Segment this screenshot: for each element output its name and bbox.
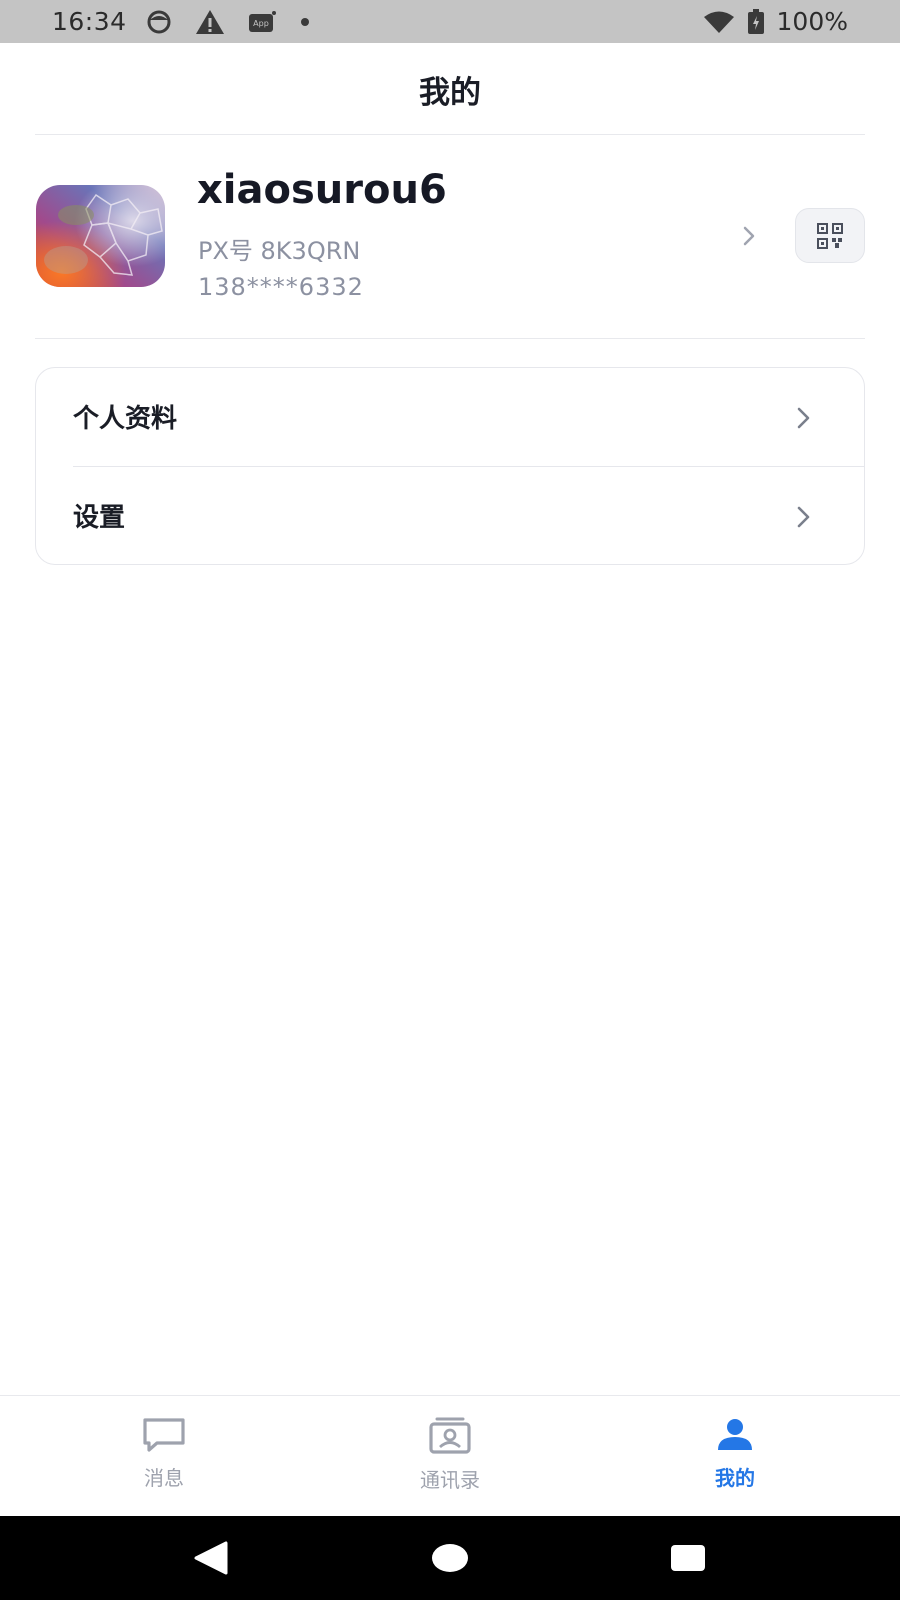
profile-divider xyxy=(35,338,865,339)
bottom-tab-bar: 消息 通讯录 我的 xyxy=(0,1395,900,1516)
home-icon xyxy=(432,1544,468,1572)
back-button[interactable] xyxy=(150,1516,270,1600)
dot-icon xyxy=(300,17,309,26)
phone-number: 138****6332 xyxy=(198,273,364,301)
chevron-right-icon xyxy=(797,407,810,429)
avatar[interactable] xyxy=(36,185,165,287)
battery-icon xyxy=(747,8,764,34)
username: xiaosurou6 xyxy=(197,167,447,213)
chevron-right-icon xyxy=(797,506,810,528)
tab-label: 消息 xyxy=(144,1466,184,1490)
page-header: 我的 xyxy=(0,43,900,135)
back-icon xyxy=(194,1541,228,1575)
recents-icon xyxy=(671,1545,705,1571)
qr-code-button[interactable] xyxy=(795,208,865,263)
contacts-icon xyxy=(429,1417,471,1454)
tab-messages[interactable]: 消息 xyxy=(14,1396,314,1517)
home-button[interactable] xyxy=(390,1516,510,1600)
recents-button[interactable] xyxy=(628,1516,748,1600)
battery-percent: 100% xyxy=(776,7,848,36)
avatar-image xyxy=(36,185,165,287)
svg-text:App: App xyxy=(253,19,269,28)
status-bar: 16:34 App 100% xyxy=(0,0,900,43)
face-icon xyxy=(147,10,171,33)
menu-item-label: 个人资料 xyxy=(73,404,178,434)
tab-me[interactable]: 我的 xyxy=(585,1396,885,1517)
tab-label: 通讯录 xyxy=(420,1468,480,1492)
message-icon xyxy=(143,1418,185,1452)
tab-contacts[interactable]: 通讯录 xyxy=(300,1396,600,1517)
app-icon: App xyxy=(248,10,276,32)
page-title: 我的 xyxy=(419,74,481,111)
menu-item-label: 设置 xyxy=(73,503,126,533)
menu-card: 个人资料 设置 xyxy=(35,367,865,565)
system-nav-bar xyxy=(0,1516,900,1600)
person-icon xyxy=(718,1419,752,1450)
menu-item-settings[interactable]: 设置 xyxy=(36,467,864,564)
chevron-right-icon[interactable] xyxy=(742,225,756,247)
qr-code-icon xyxy=(817,222,843,249)
menu-item-profile[interactable]: 个人资料 xyxy=(36,368,864,465)
warning-icon xyxy=(195,9,224,34)
px-id: PX号 8K3QRN xyxy=(198,237,361,265)
profile-card[interactable]: xiaosurou6 PX号 8K3QRN 138****6332 xyxy=(0,135,900,338)
wifi-icon xyxy=(703,11,734,33)
tab-label: 我的 xyxy=(715,1466,755,1490)
status-time: 16:34 xyxy=(52,7,127,36)
